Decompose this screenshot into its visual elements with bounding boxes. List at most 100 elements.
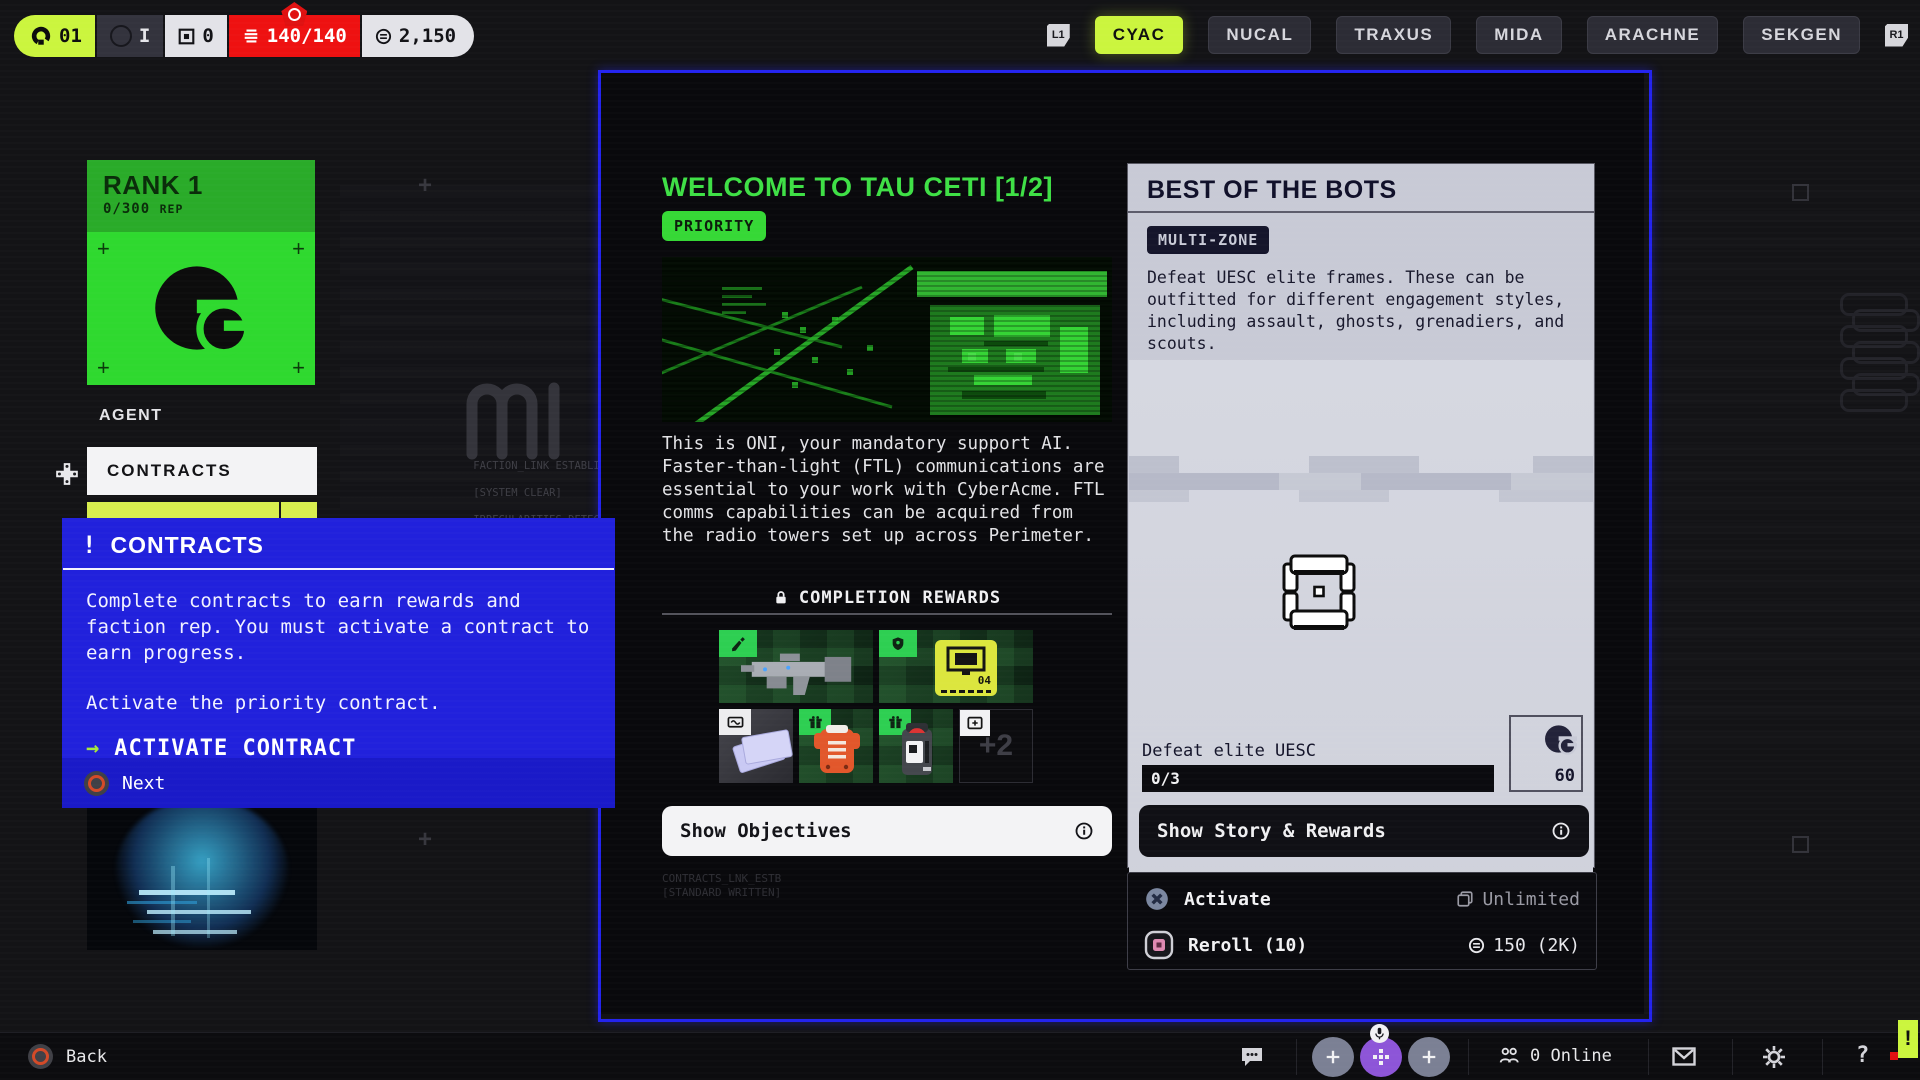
cyberacme-logo: [155, 266, 253, 357]
rank-rep-value: 0/300: [103, 201, 151, 217]
gadget-count-label: 04: [977, 674, 991, 687]
separator: [1296, 1039, 1297, 1075]
contracts-item-label: CONTRACTS: [107, 461, 232, 480]
back-control[interactable]: Back: [28, 1044, 107, 1069]
health-bars-icon: [244, 29, 258, 43]
reward-tile-weapon[interactable]: [719, 630, 873, 703]
online-status: 0 Online: [1498, 1045, 1612, 1067]
orange-bot-image: [814, 725, 860, 773]
gadget-category-badge: [879, 630, 917, 657]
rank-card-body: + + + +: [87, 232, 315, 385]
coin-icon: [1469, 937, 1485, 953]
tab-cyac[interactable]: CYAC: [1094, 16, 1184, 54]
corner-cross: +: [97, 355, 110, 380]
popup-title: CONTRACTS: [110, 531, 264, 558]
gamepad-cross-button-icon: [1146, 888, 1168, 910]
cyberacme-logo-small: [1545, 725, 1577, 755]
loadout-segment: I: [96, 15, 164, 57]
background-plus-marker: +: [418, 172, 433, 199]
rank-card: RANK 1 0/300 REP + + + +: [87, 160, 315, 385]
reward-tile-gadget[interactable]: 04: [879, 630, 1033, 703]
game-screen: + + FACTION_LINK ESTABLISHING_ [SYSTEM C…: [0, 0, 1920, 1080]
people-icon: [1499, 1047, 1519, 1063]
reward-tile-gift-bot[interactable]: [799, 709, 873, 783]
reroll-row[interactable]: Reroll (10) 150 (2K): [1128, 921, 1596, 969]
add-party-slot[interactable]: [1408, 1037, 1450, 1077]
separator: [1822, 1039, 1823, 1075]
info-icon: [1552, 822, 1570, 840]
card-divider: [1128, 211, 1594, 213]
show-objectives-label: Show Objectives: [680, 820, 852, 842]
corner-cross: +: [292, 355, 305, 380]
bottom-bar: Back 0 Online ?: [0, 1024, 1920, 1080]
chat-icon[interactable]: [1240, 1046, 1264, 1068]
loadout-label: I: [138, 25, 151, 47]
popup-footer: Next: [62, 758, 615, 808]
background-coil-pattern: [1840, 293, 1920, 412]
separator: [1732, 1039, 1733, 1075]
popup-header: ! CONTRACTS: [62, 518, 615, 568]
show-story-rewards-button[interactable]: Show Story & Rewards: [1139, 805, 1589, 857]
smg-weapon-image: [741, 653, 852, 696]
show-objectives-button[interactable]: Show Objectives: [662, 806, 1112, 856]
slot-count: 0: [202, 25, 214, 47]
plus-icon: [1326, 1050, 1340, 1064]
shield-icon: [892, 636, 904, 650]
back-label: Back: [66, 1046, 107, 1067]
contract-title: WELCOME TO TAU CETI [1/2]: [662, 172, 1054, 202]
agent-section-label: AGENT: [99, 407, 163, 424]
rank-number: 01: [59, 25, 82, 47]
tab-nucal[interactable]: NUCAL: [1208, 16, 1312, 54]
tab-sekgen[interactable]: SEKGEN: [1743, 16, 1860, 54]
health-value: 140/140: [266, 25, 347, 47]
background-square-marker: [1792, 836, 1809, 853]
separator: [1468, 1039, 1469, 1075]
left-bumper-hint: L1: [1046, 23, 1070, 47]
contracts-tutorial-popup: ! CONTRACTS Complete contracts to earn r…: [62, 518, 615, 808]
slot-icon: [178, 28, 195, 44]
contract-footnote: CONTRACTS_LNK_ESTB [STANDARD WRITTEN]: [662, 872, 782, 899]
dpad-icon: [56, 463, 78, 485]
keycard-category-badge: [719, 709, 751, 735]
online-count-label: 0 Online: [1530, 1046, 1612, 1066]
device-image: [902, 723, 932, 775]
background-square-marker: [1792, 184, 1809, 201]
gamepad-circle-button-icon: [28, 1044, 53, 1069]
reward-tile-gift-device[interactable]: [879, 709, 953, 783]
settings-gear-icon[interactable]: [1762, 1045, 1786, 1069]
reroll-label: Reroll (10): [1188, 934, 1308, 956]
more-rewards-badge: [960, 710, 990, 736]
bot-contract-description: Defeat UESC elite frames. These can be o…: [1147, 268, 1565, 353]
rank-card-header: RANK 1 0/300 REP: [87, 160, 315, 232]
tab-mida[interactable]: MIDA: [1476, 16, 1562, 54]
card-icon: [727, 716, 743, 728]
unlimited-uses-icon: [1457, 891, 1474, 907]
reroll-cost-label: 150 (2K): [1493, 934, 1580, 956]
next-button[interactable]: Next: [122, 773, 165, 794]
rank-segment: 01: [14, 15, 95, 57]
player-avatar[interactable]: [1360, 1037, 1402, 1077]
rank-title: RANK 1: [103, 170, 203, 200]
activate-label: Activate: [1184, 888, 1271, 910]
tab-arachne[interactable]: ARACHNE: [1586, 16, 1719, 54]
gamepad-circle-button-icon: [84, 770, 109, 796]
reward-tile-more[interactable]: +2: [959, 709, 1033, 783]
rewards-divider: [662, 613, 1112, 615]
plus-icon: [1422, 1050, 1436, 1064]
notification-alert-badge[interactable]: !: [1898, 1020, 1918, 1058]
popup-paragraph-2: Activate the priority contract.: [86, 692, 441, 714]
slot-segment: 0: [165, 15, 227, 57]
activate-row[interactable]: Activate Unlimited: [1128, 875, 1596, 923]
activate-contract-link[interactable]: → ACTIVATE CONTRACT: [62, 716, 615, 761]
player-emblem-icon: [1373, 1049, 1389, 1065]
player-hud: 01 I 0 140/140 2,150: [14, 2, 475, 57]
help-button[interactable]: ?: [1856, 1043, 1869, 1068]
tab-traxus[interactable]: TRAXUS: [1336, 16, 1452, 54]
coin-icon: [375, 28, 391, 44]
reward-tile-keycards[interactable]: [719, 709, 793, 783]
contract-description: This is ONI, your mandatory support AI. …: [662, 434, 1105, 546]
right-bumper-hint: R1: [1885, 23, 1908, 47]
sidebar-item-contracts[interactable]: CONTRACTS: [87, 447, 317, 495]
add-party-slot[interactable]: [1312, 1037, 1354, 1077]
mail-icon[interactable]: [1672, 1047, 1696, 1066]
